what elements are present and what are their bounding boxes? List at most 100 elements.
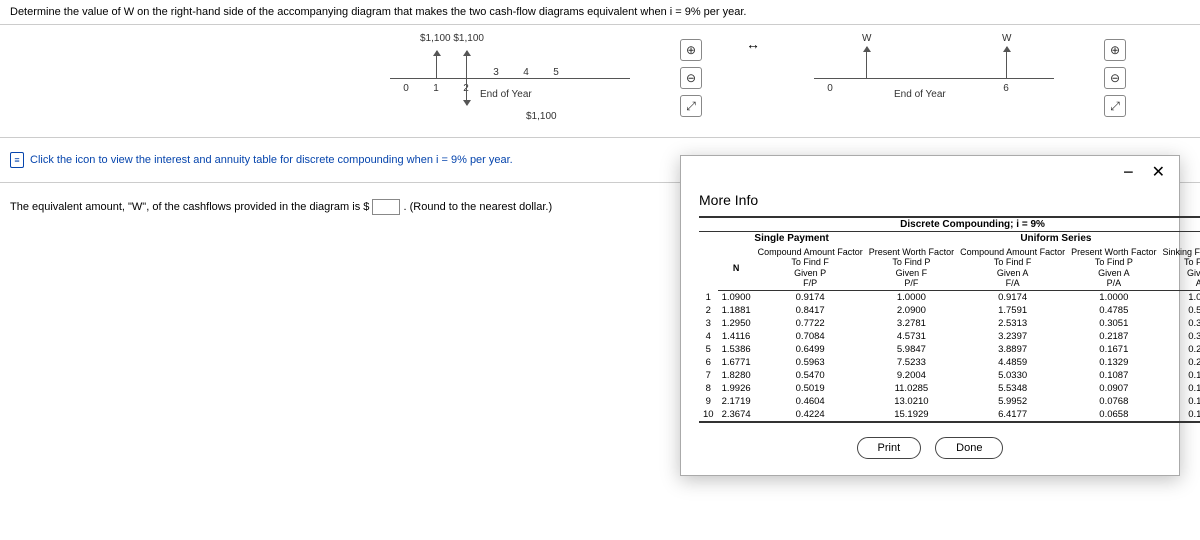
- tick-1: 1: [433, 83, 439, 94]
- diagrams-row: $1,100 $1,100 0 1 2 3 4 5 End of Year $1…: [0, 25, 1200, 131]
- table-cell: 1.5386: [718, 343, 755, 356]
- table-row: 51.53860.64995.98473.88970.16710.2571: [699, 343, 1200, 356]
- table-cell: 2.1719: [718, 395, 755, 408]
- group-uniform-series: Uniform Series: [866, 232, 1200, 246]
- d2-caption: End of Year: [894, 89, 946, 100]
- table-cell: 0.5470: [755, 369, 866, 382]
- modal-title: More Info: [681, 188, 1179, 216]
- table-wrap: Discrete Compounding; i = 9% Single Paym…: [681, 216, 1179, 423]
- table-link-text: Click the icon to view the interest and …: [30, 154, 513, 166]
- axis-line: [814, 78, 1054, 79]
- table-cell: 5.9952: [957, 395, 1068, 408]
- cashflow-diagram-left: $1,100 $1,100 0 1 2 3 4 5 End of Year $1…: [380, 33, 640, 123]
- table-row: 92.17190.460413.02105.99520.07680.1668: [699, 395, 1200, 408]
- table-cell: 0.5019: [755, 382, 866, 395]
- table-cell: 3.8897: [957, 343, 1068, 356]
- table-cell: 0.3051: [1068, 317, 1159, 330]
- zoom-out-icon[interactable]: ⊖: [1104, 67, 1126, 89]
- document-icon: ≡: [10, 152, 24, 168]
- table-cell: 0.7084: [755, 330, 866, 343]
- table-cell: 4.4859: [957, 356, 1068, 369]
- diagram1-tools: ⊕ ⊖ ⤢: [680, 33, 702, 117]
- table-cell: 5: [699, 343, 718, 356]
- table-cell: 0.7722: [755, 317, 866, 330]
- col-header: Present Worth FactorTo Find PGiven FP/F: [866, 245, 957, 291]
- table-cell: 1.0000: [1068, 291, 1159, 305]
- tick-0b: 0: [827, 83, 833, 94]
- table-cell: 1.0900: [718, 291, 755, 305]
- table-cell: 1.0900: [1160, 291, 1200, 305]
- table-cell: 0.8417: [755, 304, 866, 317]
- answer-input[interactable]: [372, 199, 400, 215]
- print-button[interactable]: Print: [857, 437, 922, 459]
- col-header: Sinking Fund FactorTo Find AGiven FA/F: [1160, 245, 1200, 291]
- table-cell: 4: [699, 330, 718, 343]
- d1-amount-up: $1,100 $1,100: [420, 33, 484, 44]
- table-cell: 1: [699, 291, 718, 305]
- zoom-in-icon[interactable]: ⊕: [1104, 39, 1126, 61]
- done-button[interactable]: Done: [935, 437, 1003, 459]
- table-cell: 1.4116: [718, 330, 755, 343]
- arrow-up-icon: [466, 51, 467, 78]
- resize-horizontal-icon[interactable]: ↔: [742, 33, 764, 55]
- expand-icon[interactable]: ⤢: [680, 95, 702, 117]
- tick-6b: 6: [1003, 83, 1009, 94]
- table-cell: 0.1329: [1068, 356, 1159, 369]
- zoom-out-icon[interactable]: ⊖: [680, 67, 702, 89]
- table-cell: 3.2781: [866, 317, 957, 330]
- table-row: 61.67710.59637.52334.48590.13290.2229: [699, 356, 1200, 369]
- table-cell: 9.2004: [866, 369, 957, 382]
- table-cell: 0.4785: [1068, 304, 1159, 317]
- table-cell: 0.1987: [1160, 369, 1200, 382]
- table-row: 21.18810.84172.09001.75910.47850.5685: [699, 304, 1200, 317]
- d1-caption: End of Year: [480, 89, 532, 100]
- table-row: 81.99260.501911.02855.53480.09070.1807: [699, 382, 1200, 395]
- table-cell: 2: [699, 304, 718, 317]
- table-cell: 0.0907: [1068, 382, 1159, 395]
- answer-suffix: . (Round to the nearest dollar.): [404, 201, 553, 213]
- table-cell: 2.0900: [866, 304, 957, 317]
- table-cell: 0.6499: [755, 343, 866, 356]
- arrow-up-icon: [436, 51, 437, 78]
- tick-0: 0: [403, 83, 409, 94]
- table-cell: 8: [699, 382, 718, 395]
- table-cell: 6: [699, 356, 718, 369]
- table-cell: 4.5731: [866, 330, 957, 343]
- table-cell: 0.0658: [1068, 408, 1159, 422]
- table-cell: 0.4224: [755, 408, 866, 422]
- table-cell: 0.1668: [1160, 395, 1200, 408]
- table-cell: 1.2950: [718, 317, 755, 330]
- table-cell: 1.1881: [718, 304, 755, 317]
- table-cell: 0.9174: [755, 291, 866, 305]
- col-header: Compound Amount FactorTo Find FGiven AF/…: [957, 245, 1068, 291]
- table-cell: 5.9847: [866, 343, 957, 356]
- table-cell: 0.4604: [755, 395, 866, 408]
- table-cell: 10: [699, 408, 718, 422]
- diagram2-tools: ⊕ ⊖ ⤢: [1104, 33, 1126, 117]
- expand-icon[interactable]: ⤢: [1104, 95, 1126, 117]
- table-cell: 0.2187: [1068, 330, 1159, 343]
- arrow-down-icon: [466, 78, 467, 105]
- cashflow-diagram-right: W W 0 6 End of Year: [804, 33, 1064, 123]
- tick-3: 3: [493, 67, 499, 78]
- col-header: N: [718, 245, 755, 291]
- table-cell: 0.1087: [1068, 369, 1159, 382]
- table-row: 41.41160.70844.57313.23970.21870.3087: [699, 330, 1200, 343]
- table-cell: 1.7591: [957, 304, 1068, 317]
- table-cell: 1.6771: [718, 356, 755, 369]
- table-cell: 0.1558: [1160, 408, 1200, 422]
- minimize-icon[interactable]: −: [1119, 167, 1138, 177]
- table-cell: 7.5233: [866, 356, 957, 369]
- zoom-in-icon[interactable]: ⊕: [680, 39, 702, 61]
- tick-5: 5: [553, 67, 559, 78]
- table-cell: 9: [699, 395, 718, 408]
- tick-4: 4: [523, 67, 529, 78]
- table-cell: 0.0768: [1068, 395, 1159, 408]
- table-cell: 0.3951: [1160, 317, 1200, 330]
- col-header: Compound Amount FactorTo Find FGiven PF/…: [755, 245, 866, 291]
- answer-prefix: The equivalent amount, "W", of the cashf…: [10, 201, 369, 213]
- close-icon[interactable]: ✕: [1148, 162, 1169, 182]
- table-cell: 2.3674: [718, 408, 755, 422]
- table-row: 71.82800.54709.20045.03300.10870.1987: [699, 369, 1200, 382]
- table-caption: Discrete Compounding; i = 9%: [699, 217, 1200, 232]
